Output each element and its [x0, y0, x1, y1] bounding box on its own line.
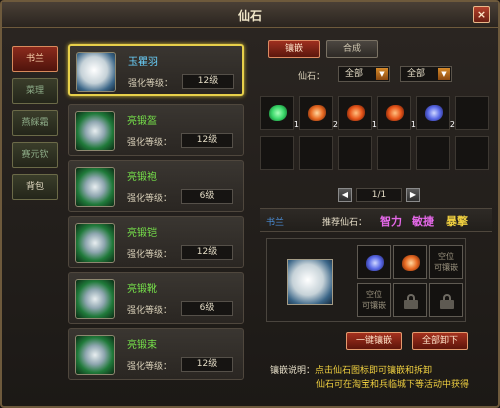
- enhance-level-value: 6级: [181, 189, 233, 204]
- equipment-item[interactable]: 亮锻靴 强化等级： 6级: [68, 272, 244, 324]
- description-line-2: 仙石可在淘宝和兵临城下等活动中获得: [316, 380, 470, 390]
- gem-slot-empty[interactable]: [260, 136, 294, 170]
- socket-empty[interactable]: 空位 可镶嵌: [429, 245, 463, 279]
- socket-locked: [429, 283, 463, 317]
- enhance-level-value: 12级: [181, 245, 233, 260]
- gem-filter: 仙石： 全部 ▼ 全部 ▼: [260, 62, 490, 88]
- equipment-list: 玉瞿羽 强化等级： 12级 亮锻盔 强化等级： 12级 亮锻袍 强化等级： 6级…: [68, 44, 250, 404]
- enhance-level-label: 强化等级：: [127, 306, 173, 316]
- equipment-item[interactable]: 亮锻盔 强化等级： 12级: [68, 104, 244, 156]
- attribute-critical: 暴擎: [446, 215, 468, 228]
- lock-icon: [404, 294, 418, 309]
- equipment-item[interactable]: 玉瞿羽 强化等级： 12级: [68, 44, 244, 96]
- character-name: 书兰: [266, 218, 285, 228]
- gem-slot-empty[interactable]: [338, 136, 372, 170]
- orange-gem-icon: [402, 255, 420, 271]
- page-indicator: 1/1: [356, 188, 402, 202]
- red-gem-icon: [347, 105, 365, 121]
- gem-type-select[interactable]: 全部 ▼: [338, 66, 390, 82]
- close-button[interactable]: ×: [473, 6, 490, 23]
- enhance-level-value: 12级: [181, 357, 233, 372]
- lock-icon: [440, 294, 454, 309]
- enhance-level-value: 6级: [181, 301, 233, 316]
- recommended-gems-label: 推荐仙石：: [322, 218, 368, 228]
- belt-icon: [75, 335, 115, 375]
- description-line-1: 点击仙石图标即可镶嵌和拆卸: [315, 366, 433, 376]
- title-bar[interactable]: 仙石 ×: [2, 2, 498, 28]
- tab-inlay[interactable]: 镶嵌: [268, 40, 320, 58]
- equipment-name: 玉瞿羽: [128, 57, 158, 68]
- tab-character-1[interactable]: 书兰: [12, 46, 58, 72]
- gem-slot-empty[interactable]: [416, 136, 450, 170]
- socket-filled[interactable]: [357, 245, 391, 279]
- armor-icon: [75, 223, 115, 263]
- remove-all-button[interactable]: 全部卸下: [412, 332, 468, 350]
- gem-level-select-value: 全部: [407, 69, 426, 79]
- enhance-level-label: 强化等级：: [127, 194, 173, 204]
- equipment-name: 亮锻靴: [127, 284, 157, 295]
- socket-locked: [393, 283, 427, 317]
- equipment-name: 亮锻铠: [127, 228, 157, 239]
- gem-slot-empty[interactable]: [377, 136, 411, 170]
- pager: ◀ 1/1 ▶: [338, 188, 422, 204]
- equipment-name: 亮锻袍: [127, 172, 157, 183]
- enhance-level-label: 强化等级：: [127, 138, 173, 148]
- enhance-level-label: 强化等级：: [128, 79, 174, 89]
- enhance-level-value: 12级: [182, 74, 234, 89]
- equipment-item[interactable]: 亮锻铠 强化等级： 12级: [68, 216, 244, 268]
- red-gem-icon: [386, 105, 404, 121]
- boots-icon: [75, 279, 115, 319]
- socket-empty[interactable]: 空位 可镶嵌: [357, 283, 391, 317]
- gem-window: 仙石 × 书兰 菜理 燕綵霜 赛元钦 背包 玉瞿羽 强化等级： 12级 亮锻盔 …: [0, 0, 500, 408]
- chevron-down-icon: ▼: [438, 68, 450, 80]
- inlay-description: 镶嵌说明：点击仙石图标即可镶嵌和拆卸 仙石可在淘宝和兵临城下等活动中获得: [270, 364, 496, 392]
- white-feather-icon: [76, 52, 116, 92]
- gem-type-select-value: 全部: [345, 69, 364, 79]
- description-label: 镶嵌说明：: [270, 366, 316, 376]
- robe-icon: [75, 167, 115, 207]
- enhance-level-label: 强化等级：: [127, 250, 173, 260]
- gem-slot-empty[interactable]: [299, 136, 333, 170]
- gem-slot[interactable]: 1: [338, 96, 377, 130]
- gem-slot[interactable]: 1: [377, 96, 416, 130]
- next-page-button[interactable]: ▶: [406, 188, 420, 202]
- gem-filter-label: 仙石：: [298, 72, 326, 82]
- enhance-level-value: 12级: [181, 133, 233, 148]
- gem-inventory-grid: 1 2 1 1 2: [260, 96, 492, 176]
- equipment-name: 亮锻束: [127, 340, 157, 351]
- tab-backpack[interactable]: 背包: [12, 174, 58, 200]
- gem-slot-empty[interactable]: [455, 136, 489, 170]
- tab-character-3[interactable]: 燕綵霜: [12, 110, 58, 136]
- socket-panel: 空位 可镶嵌 空位 可镶嵌: [266, 238, 466, 322]
- enhance-level-label: 强化等级：: [127, 362, 173, 372]
- blue-gem-icon: [425, 105, 443, 121]
- helmet-icon: [75, 111, 115, 151]
- selected-equipment-icon: [287, 259, 333, 305]
- recommended-gems-bar: 书兰 推荐仙石： 智力 敏捷 暴擎: [260, 208, 492, 232]
- window-title: 仙石: [237, 9, 262, 23]
- tab-character-4[interactable]: 赛元钦: [12, 142, 58, 168]
- gem-slot[interactable]: 2: [299, 96, 338, 130]
- tab-character-2[interactable]: 菜理: [12, 78, 58, 104]
- gem-level-select[interactable]: 全部 ▼: [400, 66, 452, 82]
- prev-page-button[interactable]: ◀: [338, 188, 352, 202]
- equipment-name: 亮锻盔: [127, 116, 157, 127]
- socket-filled[interactable]: [393, 245, 427, 279]
- character-tabs: 书兰 菜理 燕綵霜 赛元钦 背包: [12, 46, 58, 206]
- blue-gem-icon: [366, 255, 384, 271]
- attribute-intelligence: 智力: [380, 215, 402, 228]
- equipment-item[interactable]: 亮锻束 强化等级： 12级: [68, 328, 244, 380]
- chevron-down-icon: ▼: [376, 68, 388, 80]
- equipment-item[interactable]: 亮锻袍 强化等级： 6级: [68, 160, 244, 212]
- inlay-all-button[interactable]: 一键镶嵌: [346, 332, 402, 350]
- orange-gem-icon: [308, 105, 326, 121]
- gem-slot-empty[interactable]: [455, 96, 489, 130]
- gem-slot[interactable]: 2: [416, 96, 455, 130]
- attribute-agility: 敏捷: [412, 215, 434, 228]
- tab-combine[interactable]: 合成: [326, 40, 378, 58]
- gem-slot[interactable]: 1: [260, 96, 299, 130]
- green-gem-icon: [269, 105, 287, 121]
